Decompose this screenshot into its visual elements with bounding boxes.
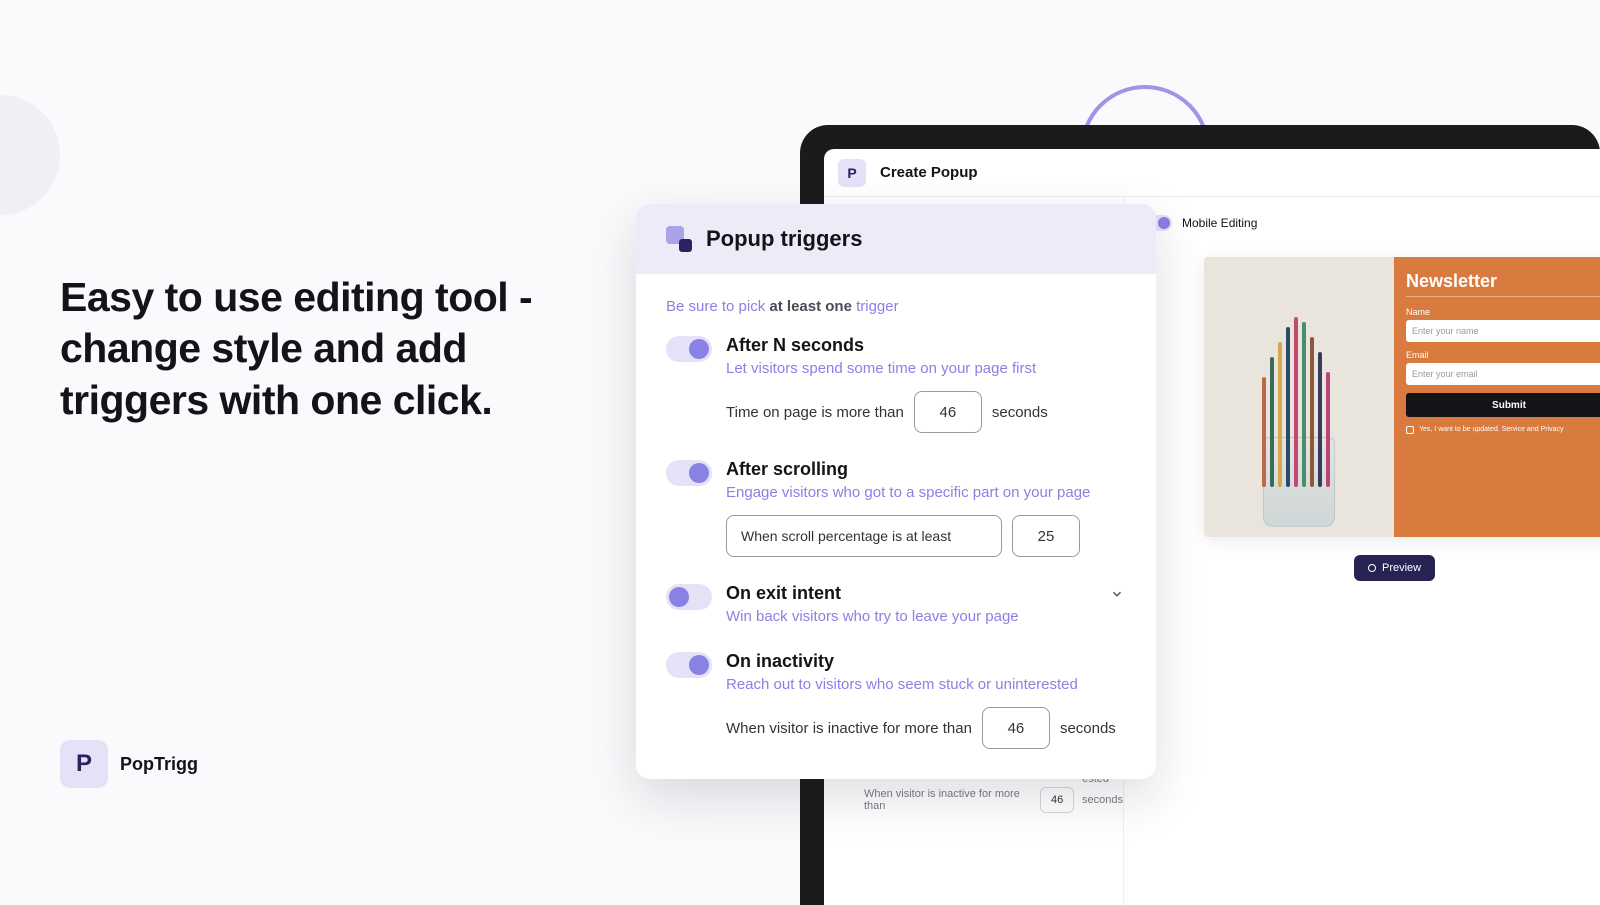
- trigger-inactivity-input[interactable]: 46: [982, 707, 1050, 749]
- hero-headline: Easy to use editing tool - change style …: [60, 272, 620, 426]
- trigger-after-scrolling-desc: Engage visitors who got to a specific pa…: [726, 484, 1126, 501]
- panel-title: Popup triggers: [706, 226, 862, 252]
- app-logo-icon: P: [838, 159, 866, 187]
- panel-hint: Be sure to pick at least one trigger: [666, 298, 1126, 315]
- panel-header: Popup triggers: [636, 204, 1156, 274]
- trigger-inactivity: On inactivity Reach out to visitors who …: [666, 651, 1126, 749]
- trigger-exit-intent-title: On exit intent: [726, 583, 841, 604]
- trigger-inactivity-label: When visitor is inactive for more than: [726, 720, 972, 737]
- trigger-after-seconds-title: After N seconds: [726, 335, 1126, 356]
- trigger-inactivity-title: On inactivity: [726, 651, 1126, 672]
- trigger-after-scrolling-toggle[interactable]: [666, 460, 712, 486]
- trigger-after-seconds-input[interactable]: 46: [914, 391, 982, 433]
- popup-triggers-panel: Popup triggers Be sure to pick at least …: [636, 204, 1156, 779]
- trigger-exit-intent-toggle[interactable]: [666, 584, 712, 610]
- popup-form-title: Newsletter: [1406, 271, 1600, 292]
- bg-inactive-value[interactable]: 46: [1040, 787, 1074, 813]
- popup-email-label: Email: [1406, 350, 1600, 360]
- bg-decoration-circle: [0, 95, 60, 215]
- trigger-exit-intent-desc: Win back visitors who try to leave your …: [726, 608, 1126, 625]
- brand-logo: P: [60, 740, 108, 788]
- popup-name-label: Name: [1406, 307, 1600, 317]
- trigger-after-seconds-unit: seconds: [992, 404, 1048, 421]
- popup-consent-text: Yes, I want to be updated. Service and P…: [1419, 425, 1564, 434]
- popup-name-input[interactable]: Enter your name: [1406, 320, 1600, 342]
- preview-button-label: Preview: [1382, 562, 1421, 574]
- trigger-after-seconds-label: Time on page is more than: [726, 404, 904, 421]
- trigger-inactivity-desc: Reach out to visitors who seem stuck or …: [726, 676, 1126, 693]
- trigger-exit-intent: On exit intent Win back visitors who try…: [666, 583, 1126, 625]
- trigger-after-scrolling: After scrolling Engage visitors who got …: [666, 459, 1126, 557]
- popup-preview-form: Newsletter Name Enter your name Email En…: [1394, 257, 1600, 537]
- trigger-after-seconds-desc: Let visitors spend some time on your pag…: [726, 360, 1126, 377]
- trigger-scroll-value-input[interactable]: 25: [1012, 515, 1080, 557]
- brand: P PopTrigg: [60, 740, 198, 788]
- mobile-editing-label: Mobile Editing: [1182, 216, 1257, 230]
- trigger-after-scrolling-title: After scrolling: [726, 459, 1126, 480]
- trigger-inactivity-toggle[interactable]: [666, 652, 712, 678]
- preview-button[interactable]: Preview: [1354, 555, 1435, 581]
- popup-submit-button[interactable]: Submit: [1406, 393, 1600, 417]
- trigger-after-seconds: After N seconds Let visitors spend some …: [666, 335, 1126, 433]
- brand-logo-initial: P: [76, 750, 92, 778]
- trigger-inactivity-unit: seconds: [1060, 720, 1116, 737]
- bg-inactive-label: When visitor is inactive for more than: [864, 788, 1032, 812]
- brand-name: PopTrigg: [120, 754, 198, 775]
- preview-dot-icon: [1368, 564, 1376, 572]
- popup-email-input[interactable]: Enter your email: [1406, 363, 1600, 385]
- app-header-title: Create Popup: [880, 164, 978, 181]
- popup-preview-image: [1204, 257, 1394, 537]
- chevron-down-icon[interactable]: [1108, 585, 1126, 603]
- trigger-after-seconds-toggle[interactable]: [666, 336, 712, 362]
- app-right-pane: Mobile Editing: [1124, 197, 1600, 905]
- app-header: P Create Popup: [824, 149, 1600, 197]
- popup-consent-checkbox[interactable]: [1406, 426, 1414, 434]
- trigger-scroll-condition-dropdown[interactable]: When scroll percentage is at least: [726, 515, 1002, 557]
- mobile-editing-row: Mobile Editing: [1142, 215, 1582, 231]
- bg-inactive-unit: seconds: [1082, 794, 1123, 806]
- popup-triggers-icon: [666, 226, 692, 252]
- popup-preview-card: Newsletter Name Enter your name Email En…: [1204, 257, 1600, 537]
